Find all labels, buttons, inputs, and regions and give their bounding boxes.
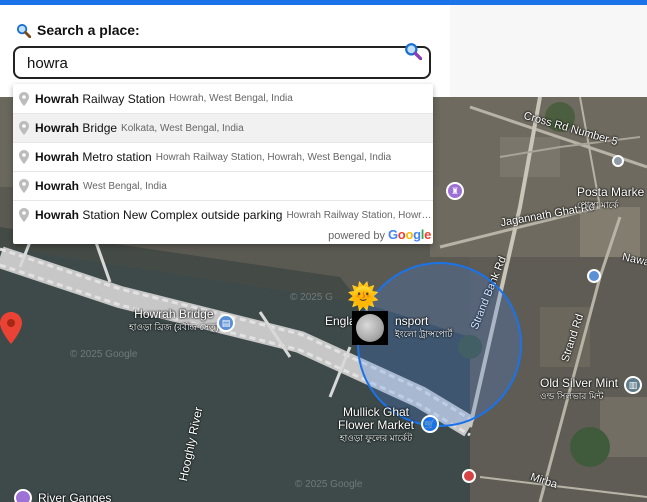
place-label-river-ganges: River Ganges xyxy=(38,491,112,502)
map-watermark: © 2025 G xyxy=(290,292,333,303)
place-label-flower-market: Mullick Ghat Flower Market হাওড়া ফুলের … xyxy=(338,406,414,445)
place-name-bn: পোস্তা মার্কে xyxy=(577,200,619,210)
sun-icon: 🌞 xyxy=(347,281,380,311)
autocomplete-main-text: Howrah xyxy=(35,179,79,193)
tree-cluster xyxy=(570,427,610,467)
google-logo: Google xyxy=(387,227,431,242)
place-name-bn: হাওড়া ব্রিজ (রবীন্দ্র সেতু) xyxy=(129,322,219,332)
autocomplete-match: Howrah xyxy=(35,179,80,193)
location-pin-icon[interactable] xyxy=(0,312,22,344)
place-name-bn: ওল্ড সিলভার মিন্ট xyxy=(540,391,604,401)
place-name: Howrah Bridge xyxy=(134,307,214,321)
search-label: Search a place: xyxy=(16,22,140,38)
autocomplete-item[interactable]: Howrah Station New Complex outside parki… xyxy=(13,200,433,229)
autocomplete-match: Howrah xyxy=(35,208,80,222)
autocomplete-dropdown: Howrah Railway Station Howrah, West Beng… xyxy=(13,84,433,244)
map-marker-icon xyxy=(19,150,29,164)
search-icon xyxy=(16,23,31,38)
place-label-transport: nsport ইংলো ট্রান্সপোর্ট xyxy=(395,315,452,341)
poi-river-icon[interactable] xyxy=(14,489,32,502)
map-watermark: © 2025 Google xyxy=(70,349,138,360)
search-box[interactable] xyxy=(13,46,431,79)
autocomplete-secondary: Howrah Railway Station, Howra… xyxy=(286,209,433,221)
poi-small-icon[interactable] xyxy=(612,155,624,167)
search-label-text: Search a place: xyxy=(37,22,140,38)
poi-museum-icon[interactable]: ▥ xyxy=(624,376,642,394)
map-marker-icon xyxy=(19,121,29,135)
search-go-icon[interactable] xyxy=(404,42,422,60)
autocomplete-item[interactable]: Howrah West Bengal, India xyxy=(13,171,433,200)
map-marker-icon xyxy=(19,208,29,222)
autocomplete-secondary: West Bengal, India xyxy=(83,180,167,192)
place-label-howrah-bridge: Howrah Bridge হাওড়া ব্রিজ (রবীন্দ্র সেত… xyxy=(129,308,219,334)
autocomplete-match: Howrah xyxy=(35,91,80,106)
map-marker-icon xyxy=(19,91,29,106)
autocomplete-item[interactable]: Howrah Metro station Howrah Railway Stat… xyxy=(13,142,433,171)
autocomplete-secondary: Howrah Railway Station, Howrah, West Ben… xyxy=(155,151,392,163)
place-name: Flower Market xyxy=(338,418,415,432)
moon-icon xyxy=(352,311,388,345)
place-label-old-silver-mint: Old Silver Mint ওল্ড সিলভার মিন্ট xyxy=(540,377,618,403)
place-name-bn: হাওড়া ফুলের মার্কেট xyxy=(339,433,413,443)
autocomplete-secondary: Howrah, West Bengal, India xyxy=(169,93,293,104)
autocomplete-main-text: Howrah Metro station xyxy=(35,150,152,164)
autocomplete-item[interactable]: Howrah Bridge Kolkata, West Bengal, Indi… xyxy=(13,113,433,142)
powered-by-text: powered by xyxy=(328,230,385,242)
autocomplete-rest: Railway Station xyxy=(79,91,166,106)
poi-market-icon[interactable]: ♜ xyxy=(446,182,464,200)
place-name: Old Silver Mint xyxy=(540,376,619,390)
autocomplete-match: Howrah xyxy=(35,121,80,135)
place-name-bn: ইংলো ট্রান্সপোর্ট xyxy=(395,329,453,339)
autocomplete-rest: Bridge xyxy=(79,121,118,135)
map-marker-icon xyxy=(19,179,29,193)
poi-red-icon[interactable] xyxy=(462,469,476,483)
place-name: Posta Marke xyxy=(577,185,645,199)
poi-bridge-icon[interactable]: ▤ xyxy=(217,314,235,332)
header-blank-area xyxy=(450,5,647,97)
autocomplete-main-text: Howrah Bridge xyxy=(35,121,117,135)
search-input[interactable] xyxy=(27,55,387,72)
place-label-posta-market: Posta Marke পোস্তা মার্কে xyxy=(577,186,644,212)
autocomplete-main-text: Howrah Railway Station xyxy=(35,92,165,106)
powered-by-google: powered by Google xyxy=(328,227,431,242)
map-watermark: © 2025 Google xyxy=(295,479,363,490)
autocomplete-rest: Metro station xyxy=(79,150,152,164)
autocomplete-secondary: Kolkata, West Bengal, India xyxy=(121,122,244,134)
place-name: nsport xyxy=(395,314,429,328)
poi-transit-icon[interactable] xyxy=(587,269,601,283)
autocomplete-item[interactable]: Howrah Railway Station Howrah, West Beng… xyxy=(13,84,433,113)
autocomplete-main-text: Howrah Station New Complex outside parki… xyxy=(35,208,282,222)
autocomplete-match: Howrah xyxy=(35,150,80,164)
poi-shopping-icon[interactable]: 🛒 xyxy=(421,415,439,433)
autocomplete-rest: Station New Complex outside parking xyxy=(79,208,283,222)
